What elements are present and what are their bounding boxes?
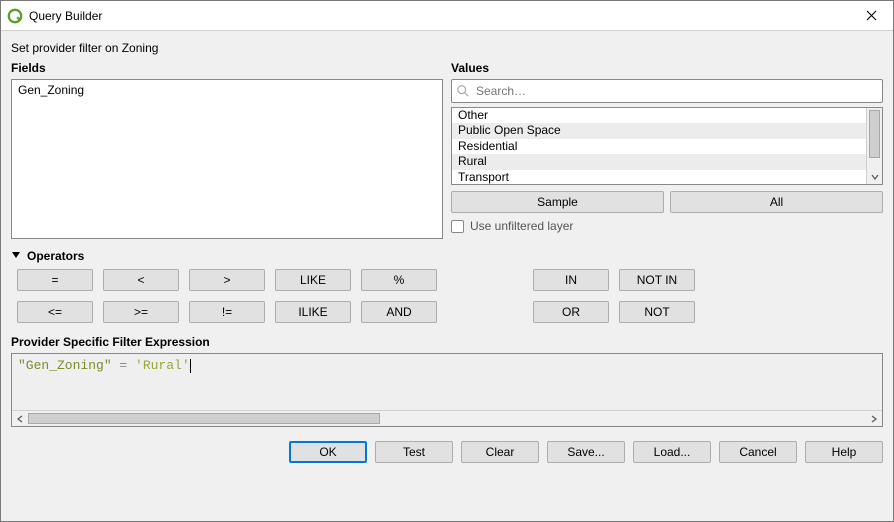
scrollbar-thumb[interactable] xyxy=(869,110,880,158)
hscroll-thumb[interactable] xyxy=(28,413,380,424)
op-pct-button[interactable]: % xyxy=(361,269,437,291)
titlebar: Query Builder xyxy=(1,1,893,31)
collapse-icon xyxy=(11,249,21,263)
values-label: Values xyxy=(451,61,883,75)
value-item[interactable]: Transport xyxy=(452,170,882,185)
op-and-button[interactable]: AND xyxy=(361,301,437,323)
expression-hscroll[interactable] xyxy=(12,410,882,426)
value-item[interactable]: Rural xyxy=(452,154,882,169)
value-item[interactable]: Residential xyxy=(452,139,882,154)
values-search-input[interactable] xyxy=(474,83,878,99)
top-panels: Fields Gen_Zoning Values Other Public Op… xyxy=(11,61,883,239)
op-lt-button[interactable]: < xyxy=(103,269,179,291)
op-in-button[interactable]: IN xyxy=(533,269,609,291)
search-icon xyxy=(456,84,470,98)
window-title: Query Builder xyxy=(29,9,102,23)
values-buttons: Sample All xyxy=(451,191,883,213)
values-scrollbar[interactable] xyxy=(866,108,882,184)
scroll-down-icon[interactable] xyxy=(867,170,882,184)
op-notin-button[interactable]: NOT IN xyxy=(619,269,695,291)
scroll-left-icon[interactable] xyxy=(12,411,28,426)
unfiltered-row: Use unfiltered layer xyxy=(451,219,883,233)
values-list[interactable]: Other Public Open Space Residential Rura… xyxy=(451,107,883,185)
op-ne-button[interactable]: != xyxy=(189,301,265,323)
op-gt-button[interactable]: > xyxy=(189,269,265,291)
op-ilike-button[interactable]: ILIKE xyxy=(275,301,351,323)
operators-header[interactable]: Operators xyxy=(11,249,883,263)
op-not-button[interactable]: NOT xyxy=(619,301,695,323)
sample-button[interactable]: Sample xyxy=(451,191,664,213)
operators-label: Operators xyxy=(27,249,84,263)
scroll-right-icon[interactable] xyxy=(866,411,882,426)
unfiltered-checkbox[interactable] xyxy=(451,220,464,233)
load-button[interactable]: Load... xyxy=(633,441,711,463)
operators-grid: = < > LIKE % IN NOT IN <= >= != ILIKE AN… xyxy=(17,269,883,323)
fields-label: Fields xyxy=(11,61,443,75)
fields-group: Fields Gen_Zoning xyxy=(11,61,443,239)
query-builder-window: Query Builder Set provider filter on Zon… xyxy=(0,0,894,522)
field-item[interactable]: Gen_Zoning xyxy=(12,80,442,100)
ok-button[interactable]: OK xyxy=(289,441,367,463)
close-icon xyxy=(866,10,877,21)
fields-list[interactable]: Gen_Zoning xyxy=(11,79,443,239)
op-le-button[interactable]: <= xyxy=(17,301,93,323)
op-eq-button[interactable]: = xyxy=(17,269,93,291)
qgis-icon xyxy=(7,8,23,24)
expression-label: Provider Specific Filter Expression xyxy=(11,335,883,349)
value-item[interactable]: Other xyxy=(452,108,882,123)
op-like-button[interactable]: LIKE xyxy=(275,269,351,291)
window-close-button[interactable] xyxy=(849,1,893,31)
value-item[interactable]: Public Open Space xyxy=(452,123,882,138)
values-group: Values Other Public Open Space Residenti… xyxy=(451,61,883,239)
help-button[interactable]: Help xyxy=(805,441,883,463)
dialog-body: Set provider filter on Zoning Fields Gen… xyxy=(1,31,893,521)
operators-group: Operators = < > LIKE % IN NOT IN <= >= !… xyxy=(11,249,883,323)
dialog-footer: OK Test Clear Save... Load... Cancel Hel… xyxy=(11,441,883,463)
op-or-button[interactable]: OR xyxy=(533,301,609,323)
op-ge-button[interactable]: >= xyxy=(103,301,179,323)
values-search[interactable] xyxy=(451,79,883,103)
save-button[interactable]: Save... xyxy=(547,441,625,463)
expression-box: "Gen_Zoning" = 'Rural' "Gen_Zoning" = 'R… xyxy=(11,353,883,427)
cancel-button[interactable]: Cancel xyxy=(719,441,797,463)
unfiltered-label: Use unfiltered layer xyxy=(470,219,573,233)
all-button[interactable]: All xyxy=(670,191,883,213)
test-button[interactable]: Test xyxy=(375,441,453,463)
clear-button[interactable]: Clear xyxy=(461,441,539,463)
subtitle: Set provider filter on Zoning xyxy=(11,41,883,55)
